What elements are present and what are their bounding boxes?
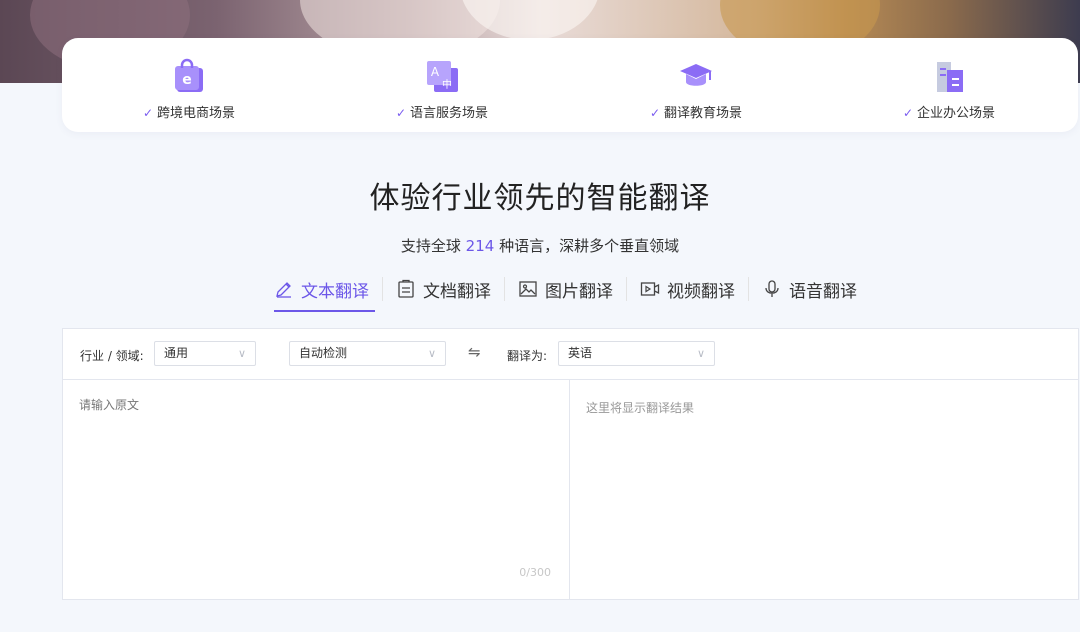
svg-text:A: A [431, 65, 440, 79]
character-counter: 0/300 [519, 566, 551, 579]
tab-divider [504, 277, 505, 301]
subline-prefix: 支持全球 [400, 237, 461, 255]
chevron-down-icon: ∨ [237, 347, 246, 360]
target-language-select[interactable]: 英语 ∨ [558, 341, 715, 366]
check-icon: ✓ [649, 106, 661, 120]
scene-enterprise-office[interactable]: ✓ 企业办公场景 [879, 58, 1019, 121]
tab-label: 文档翻译 [423, 281, 491, 302]
scene-cross-border-ecommerce[interactable]: e ✓ 跨境电商场景 [119, 58, 259, 121]
source-language-select[interactable]: 自动检测 ∨ [289, 341, 446, 366]
chevron-down-icon: ∨ [427, 347, 436, 360]
page-subheadline: 支持全球 214 种语言，深耕多个垂直领域 [0, 235, 1080, 256]
svg-text:中: 中 [442, 78, 452, 91]
domain-value: 通用 [164, 346, 189, 360]
tab-document-translation[interactable]: 文档翻译 [390, 274, 497, 304]
page-headline: 体验行业领先的智能翻译 [369, 181, 711, 216]
domain-select[interactable]: 通用 ∨ [154, 341, 256, 366]
shopping-bag-icon: e [175, 58, 203, 92]
office-building-icon [937, 62, 963, 92]
tab-divider [382, 277, 383, 301]
check-icon: ✓ [902, 106, 914, 120]
scene-label: 语言服务场景 [410, 106, 489, 121]
tab-image-translation[interactable]: 图片翻译 [512, 274, 619, 304]
domain-label: 行业 / 领域: [80, 349, 144, 363]
scene-language-service[interactable]: A 中 ✓ 语言服务场景 [372, 58, 512, 121]
document-icon [398, 279, 414, 298]
pencil-icon [276, 282, 291, 298]
tab-video-translation[interactable]: 视频翻译 [634, 274, 741, 304]
source-text-pane: 0/300 [63, 380, 570, 599]
graduation-cap-icon [680, 64, 712, 86]
chevron-down-icon: ∨ [696, 347, 705, 360]
scene-label: 跨境电商场景 [157, 106, 236, 121]
scene-label: 企业办公场景 [917, 106, 996, 121]
language-count: 214 [465, 237, 495, 255]
svg-text:e: e [182, 72, 192, 88]
translate-icon: A 中 [427, 61, 458, 92]
translation-result-pane: 这里将显示翻译结果 [570, 380, 1078, 599]
target-language-value: 英语 [568, 346, 593, 360]
translation-result-placeholder: 这里将显示翻译结果 [586, 401, 695, 415]
scenario-card: e ✓ 跨境电商场景 A 中 ✓ 语言服务场景 ✓ 翻译教育场景 ✓ 企业办公场景 [62, 38, 1078, 132]
swap-languages-icon[interactable]: ⇋ [468, 343, 481, 361]
microphone-icon [765, 280, 779, 297]
tab-label: 文本翻译 [301, 281, 369, 302]
check-icon: ✓ [142, 106, 154, 120]
check-icon: ✓ [395, 106, 407, 120]
image-icon [519, 281, 537, 297]
scene-translation-education[interactable]: ✓ 翻译教育场景 [626, 58, 766, 121]
tab-text-translation[interactable]: 文本翻译 [268, 274, 375, 312]
subline-suffix: 种语言，深耕多个垂直领域 [499, 237, 680, 255]
tab-divider [748, 277, 749, 301]
source-text-input[interactable] [79, 396, 549, 546]
tab-divider [626, 277, 627, 301]
translation-toolbar: 行业 / 领域: 通用 ∨ 自动检测 ∨ ⇋ 翻译为: 英语 ∨ [63, 329, 1078, 380]
translation-type-tabs: 文本翻译 文档翻译 图片翻译 视频翻译 语音翻译 [268, 274, 863, 312]
source-language-value: 自动检测 [299, 346, 348, 360]
tab-voice-translation[interactable]: 语音翻译 [756, 274, 863, 304]
scene-label: 翻译教育场景 [664, 106, 743, 121]
translation-panel: 行业 / 领域: 通用 ∨ 自动检测 ∨ ⇋ 翻译为: 英语 ∨ 0/300 这… [62, 328, 1079, 600]
video-icon [640, 282, 660, 296]
tab-label: 视频翻译 [667, 281, 735, 302]
target-language-label: 翻译为: [507, 349, 548, 363]
tab-label: 图片翻译 [545, 281, 613, 302]
tab-label: 语音翻译 [789, 281, 857, 302]
